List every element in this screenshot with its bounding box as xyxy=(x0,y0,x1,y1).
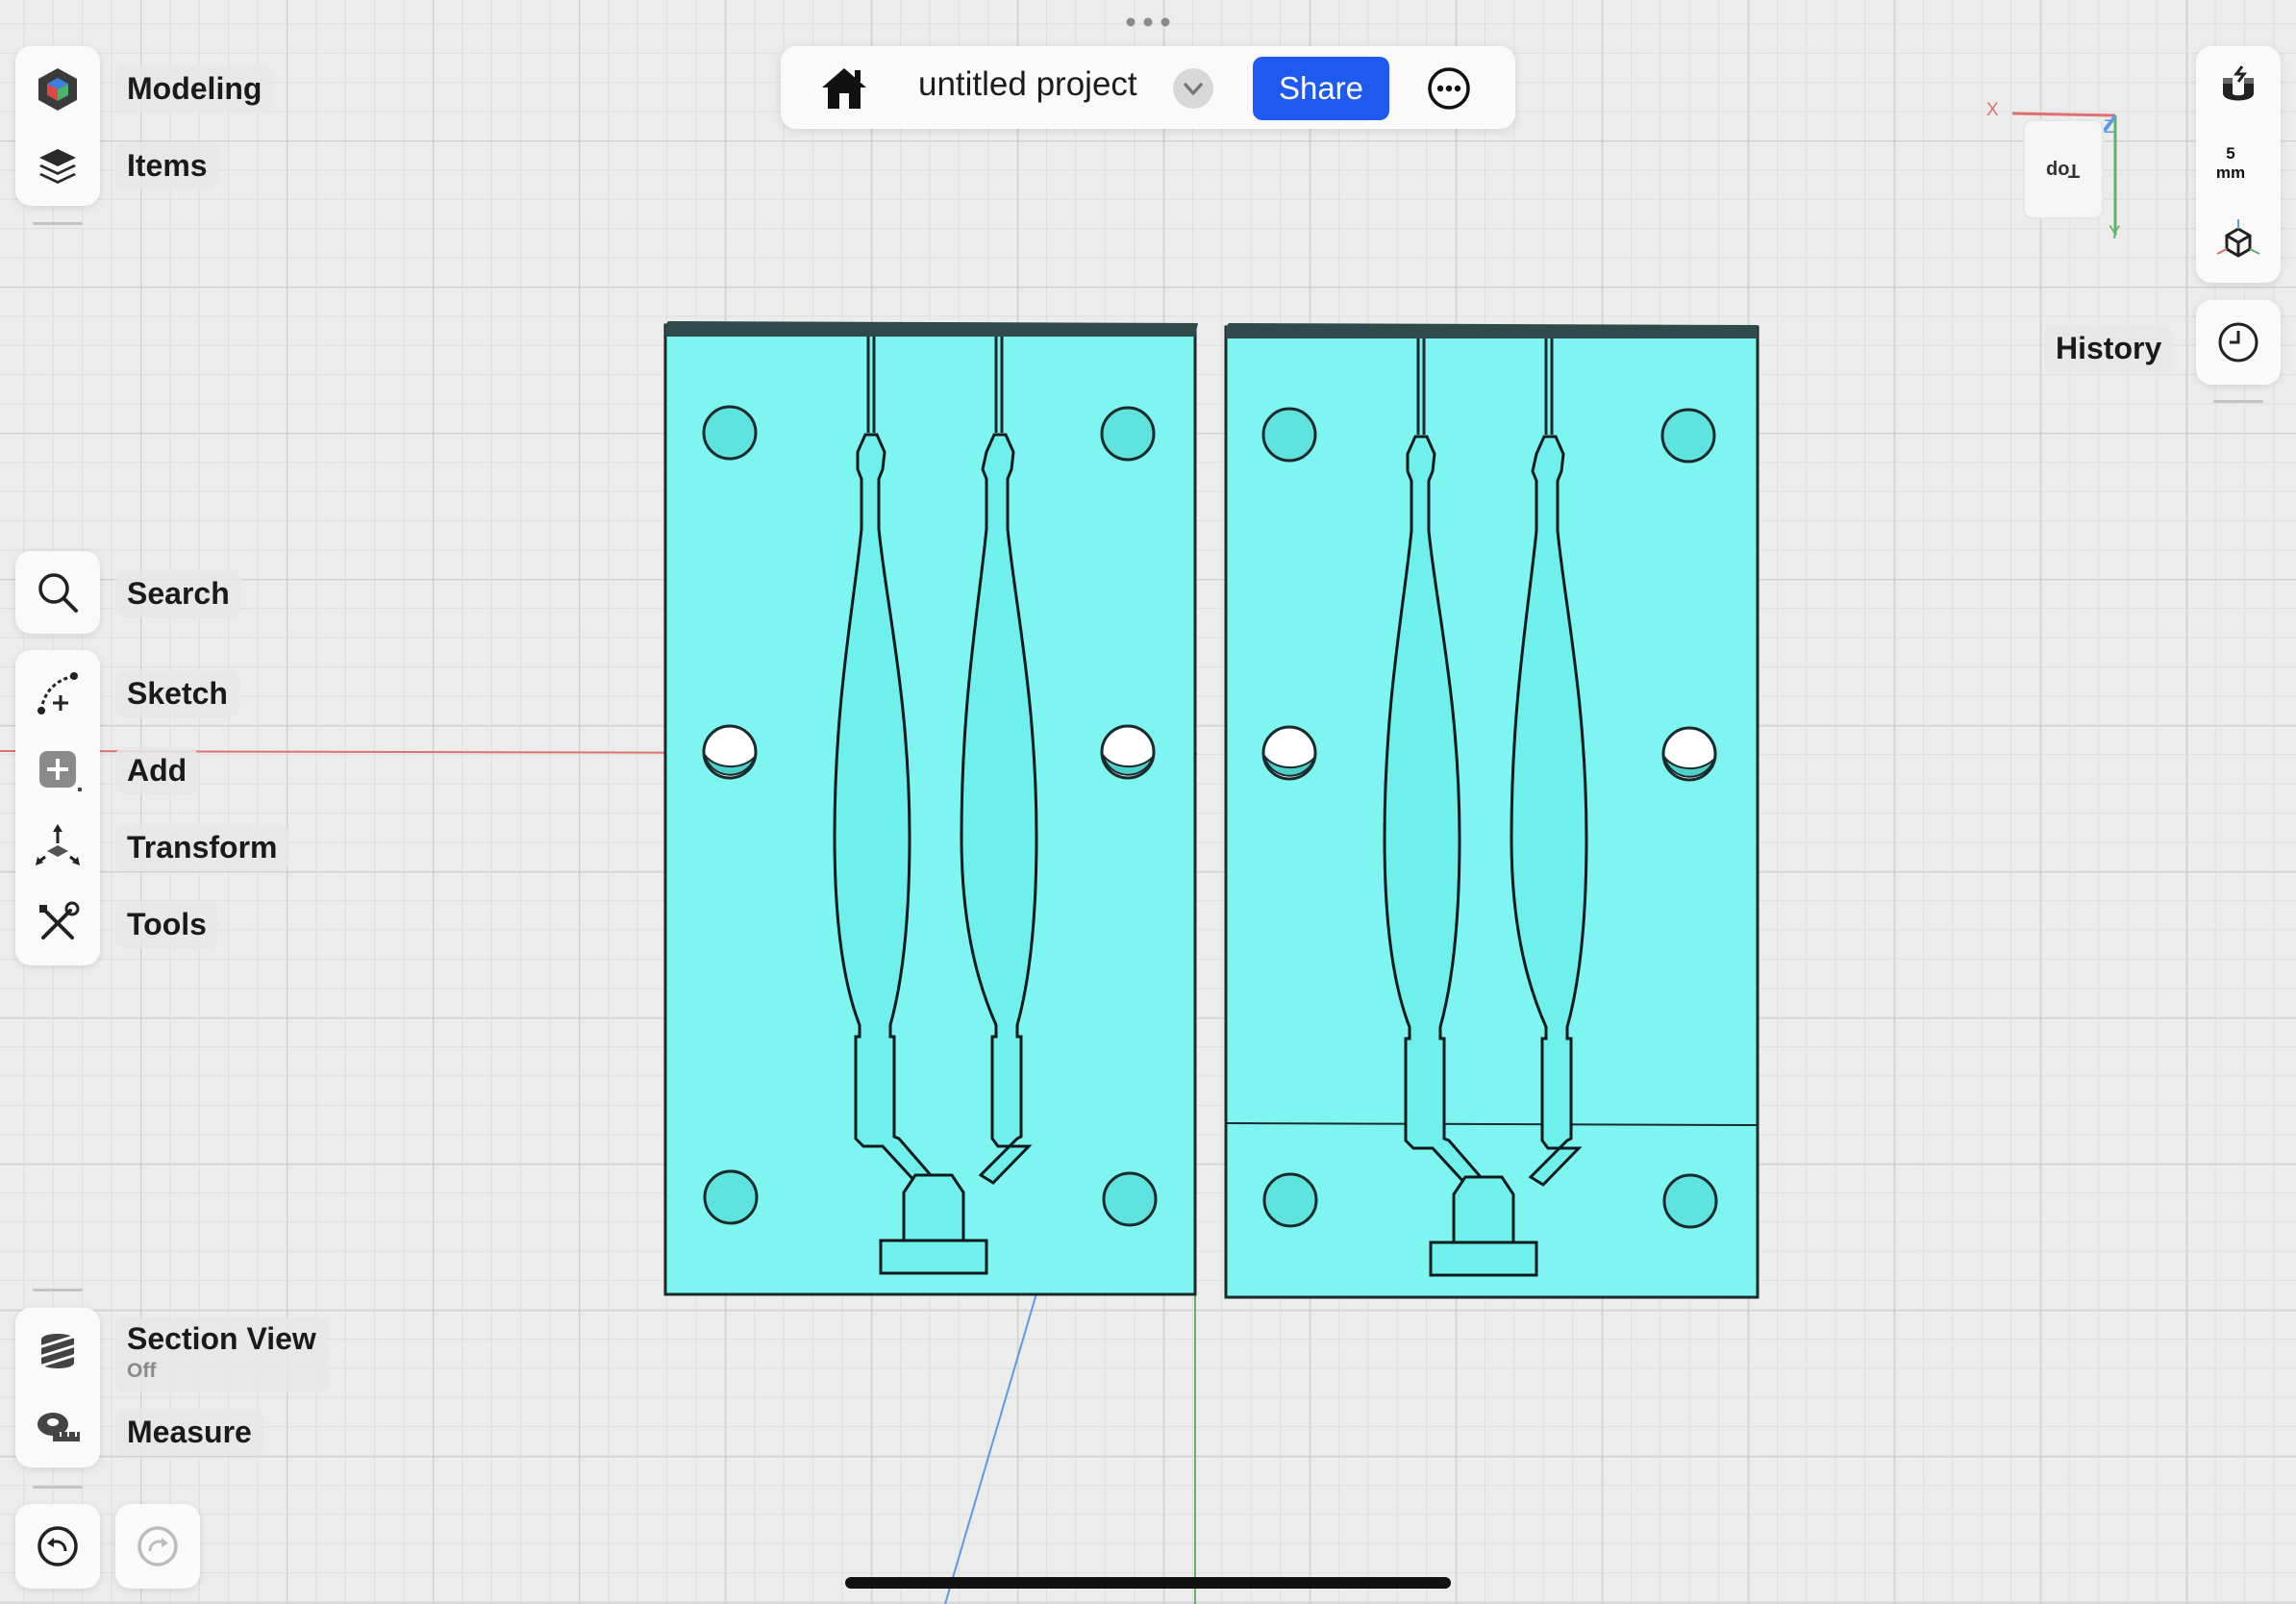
home-icon[interactable] xyxy=(815,60,873,117)
add-label[interactable]: Add xyxy=(115,747,199,794)
measure-label[interactable]: Measure xyxy=(115,1409,263,1456)
viewport-canvas[interactable] xyxy=(0,0,2296,1604)
tools-icon[interactable] xyxy=(23,889,92,958)
grid-size-value: 5 xyxy=(2226,144,2235,163)
add-icon[interactable] xyxy=(23,735,92,804)
view-cube-icon[interactable] xyxy=(2204,206,2273,275)
share-button[interactable]: Share xyxy=(1253,57,1389,120)
home-indicator[interactable] xyxy=(845,1577,1451,1589)
transform-icon[interactable] xyxy=(23,812,92,881)
toolbar-divider xyxy=(2213,400,2263,403)
section-view-title: Section View xyxy=(127,1321,316,1356)
measure-tape-icon[interactable] xyxy=(23,1392,92,1462)
more-options-icon[interactable] xyxy=(1420,60,1478,117)
section-view-icon[interactable] xyxy=(23,1316,92,1385)
section-view-status: Off xyxy=(127,1360,157,1382)
mold-half-right[interactable] xyxy=(1224,323,1759,1299)
toolbar-divider xyxy=(33,1289,83,1291)
grab-handle-icon[interactable] xyxy=(1126,17,1170,27)
tools-label[interactable]: Tools xyxy=(115,901,218,948)
toolbar-divider xyxy=(33,1486,83,1489)
items-label[interactable]: Items xyxy=(115,142,219,189)
section-view-label[interactable]: Section View Off xyxy=(115,1317,328,1392)
chevron-down-icon[interactable] xyxy=(1173,68,1213,109)
search-label[interactable]: Search xyxy=(115,570,241,617)
sketch-icon[interactable] xyxy=(23,658,92,727)
modeling-label[interactable]: Modeling xyxy=(115,65,274,113)
project-title[interactable]: untitled project xyxy=(918,65,1137,104)
layers-icon[interactable] xyxy=(23,131,92,200)
z-axis-label: Z xyxy=(2104,117,2115,138)
y-axis-label: Y xyxy=(2109,223,2121,243)
redo-icon[interactable] xyxy=(123,1512,192,1581)
toolbar-divider xyxy=(33,222,83,225)
grid-size-unit: mm xyxy=(2215,163,2246,182)
project-top-bar: untitled project Share xyxy=(781,46,1515,129)
x-axis-label: X xyxy=(1986,100,1999,120)
modeling-cube-icon[interactable] xyxy=(23,54,92,123)
sketch-label[interactable]: Sketch xyxy=(115,670,239,717)
mold-half-left[interactable] xyxy=(663,321,1198,1296)
grid-size-readout[interactable]: 5 mm xyxy=(2202,144,2259,183)
magnet-snap-icon[interactable] xyxy=(2204,54,2273,123)
view-cube[interactable]: Top xyxy=(2023,119,2104,219)
transform-label[interactable]: Transform xyxy=(115,824,289,871)
search-icon[interactable] xyxy=(23,558,92,627)
undo-icon[interactable] xyxy=(23,1512,92,1581)
clock-icon[interactable] xyxy=(2204,308,2273,377)
history-label[interactable]: History xyxy=(2044,325,2174,372)
